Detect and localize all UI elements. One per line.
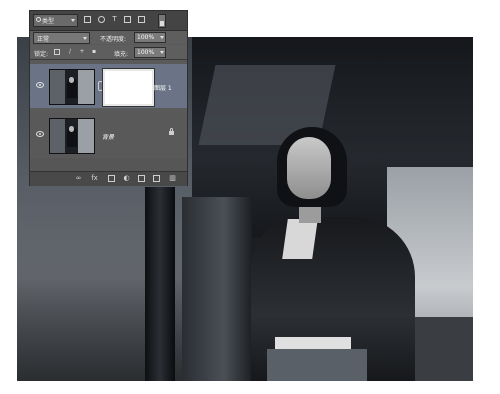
fx-icon[interactable]: fx [91, 175, 98, 182]
toggle-knob [160, 21, 164, 26]
lock-icon [169, 128, 174, 135]
filter-kind-label: 类型 [42, 18, 55, 25]
chevron-down-icon [160, 36, 164, 39]
opacity-label: 不透明度: [100, 36, 127, 43]
chevron-down-icon [71, 19, 75, 22]
eye-pupil [39, 84, 41, 86]
layer-mask-thumbnail[interactable] [103, 69, 154, 106]
search-icon [36, 17, 41, 22]
layer-name[interactable]: 背景 [102, 132, 114, 141]
eye-pupil [39, 133, 41, 135]
filter-kind-dropdown[interactable]: 类型 [33, 14, 78, 27]
photo-model-belt [275, 337, 351, 349]
layer-name[interactable]: 图层 1 [154, 83, 172, 92]
shape-filter-icon[interactable] [124, 16, 131, 23]
image-filter-icon[interactable] [84, 16, 91, 23]
thumb-wall [50, 119, 65, 153]
photo-model-face [287, 137, 331, 199]
type-filter-icon[interactable]: T [111, 16, 118, 23]
lock-transparent-icon[interactable] [54, 49, 60, 55]
layer-thumbnail [49, 69, 95, 105]
adjustment-layer-icon[interactable]: ◐ [123, 175, 130, 182]
layer-row-background[interactable]: 背景 [30, 113, 187, 157]
blend-row: 正常 不透明度: 100% [30, 31, 187, 44]
layers-empty-area [30, 158, 187, 172]
new-group-icon[interactable] [138, 175, 145, 182]
fill-value: 100% [137, 49, 155, 56]
photo-model-jeans [267, 349, 367, 381]
delete-layer-icon[interactable]: ▥ [169, 175, 176, 182]
new-layer-icon[interactable] [153, 175, 160, 182]
thumb-face [69, 126, 74, 132]
thumb-face [69, 77, 74, 83]
add-mask-icon[interactable] [108, 175, 115, 182]
opacity-input[interactable]: 100% [134, 32, 166, 43]
lock-all-icon[interactable]: ▪ [91, 49, 97, 55]
blend-mode-value: 正常 [37, 36, 50, 43]
link-layers-icon[interactable]: ∞ [75, 175, 82, 182]
smart-object-filter-icon[interactable] [138, 16, 145, 23]
visibility-eye-icon[interactable] [36, 82, 44, 88]
visibility-eye-icon[interactable] [36, 131, 44, 137]
photo-pillar [145, 187, 175, 381]
layers-panel-footer: ∞ fx ◐ ▥ [30, 171, 187, 186]
thumb-sky [78, 119, 94, 153]
thumb-wall [50, 70, 65, 104]
chevron-down-icon [160, 51, 164, 54]
fill-input[interactable]: 100% [134, 47, 166, 58]
lock-label: 锁定: [34, 51, 49, 58]
layers-panel: 类型 T 正常 不透明度: 100% 锁定: / + ▪ 填充: 100% 图层… [29, 10, 188, 186]
photo-window-frame [182, 197, 252, 381]
adjustment-filter-icon[interactable] [98, 16, 105, 23]
lock-position-icon[interactable]: + [79, 49, 85, 55]
layers-panel-header: 类型 T [30, 11, 187, 31]
photo-model-shirt [282, 219, 318, 259]
filter-toggle[interactable] [158, 14, 166, 28]
lock-row: 锁定: / + ▪ 填充: 100% [30, 45, 187, 60]
thumb-sky [78, 70, 94, 104]
layer-row-layer-1[interactable]: 图层 1 [30, 64, 187, 108]
opacity-value: 100% [137, 34, 155, 41]
layer-thumbnail [49, 118, 95, 154]
blend-mode-dropdown[interactable]: 正常 [33, 32, 90, 44]
chevron-down-icon [83, 37, 87, 40]
fill-label: 填充: [114, 51, 129, 58]
lock-image-icon[interactable]: / [67, 49, 73, 55]
